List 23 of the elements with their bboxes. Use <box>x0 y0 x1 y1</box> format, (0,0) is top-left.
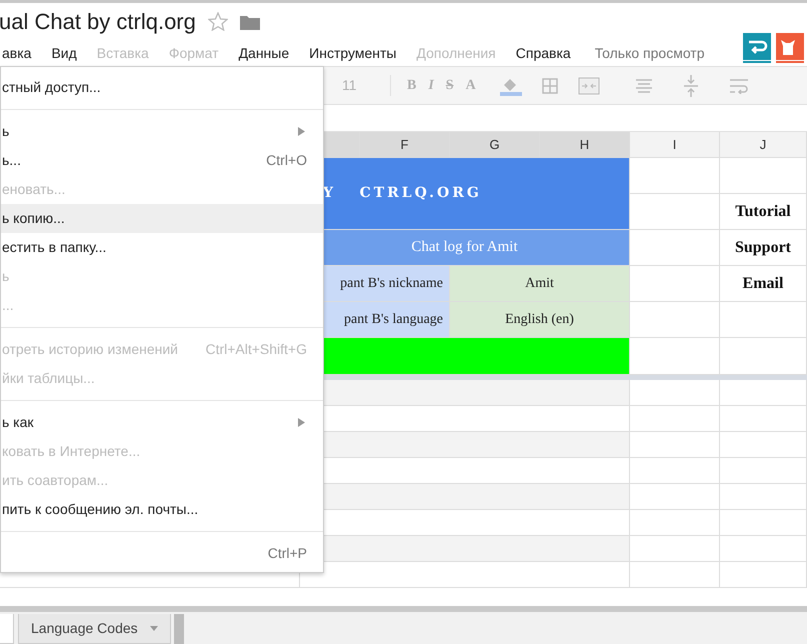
view-mode-label: Только просмотр <box>594 44 706 63</box>
shortcut-label: Ctrl+P <box>268 544 307 563</box>
menu-item-label: ь <box>2 122 10 141</box>
menu-item-label: ь как <box>2 413 34 432</box>
link-cell: Tutorial <box>720 194 807 230</box>
link-cell: Email <box>720 266 807 302</box>
table-cell: English (en) <box>450 302 630 338</box>
menu-item-label: отреть историю изменений <box>2 340 178 359</box>
menu-item-label: ковать в Интернете... <box>2 442 140 461</box>
menu-item-label: пить к сообщению эл. почты... <box>2 500 198 519</box>
shortcut-label: Ctrl+Alt+Shift+G <box>205 340 307 359</box>
menu-item-label: йки таблицы... <box>2 369 95 388</box>
menu-item-label: ь <box>2 267 10 286</box>
table-cell: Amit <box>450 266 630 302</box>
menu-item-label: ь... <box>2 151 21 170</box>
shortcut-label: Ctrl+O <box>266 151 307 170</box>
menu-item-label: ... <box>2 296 14 315</box>
menu-item-label: ь копию... <box>2 209 65 228</box>
menu-item-label: еновать... <box>2 180 66 199</box>
menu-item-label: ить соавторам... <box>2 471 108 490</box>
menu-item-label: стный доступ... <box>2 78 101 97</box>
menu-item-label: естить в папку... <box>2 238 106 257</box>
link-cell: Support <box>720 230 807 266</box>
